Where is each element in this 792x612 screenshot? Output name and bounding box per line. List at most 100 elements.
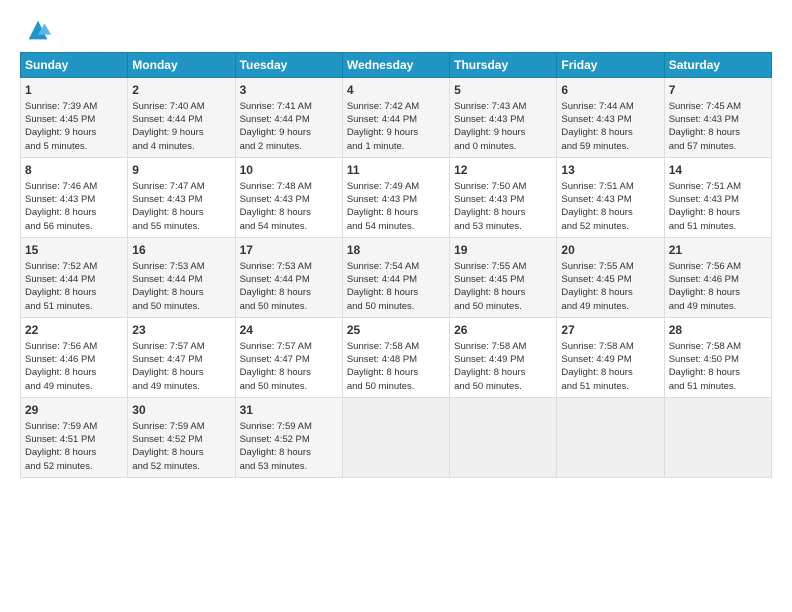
day-info-line: Sunrise: 7:43 AM bbox=[454, 100, 552, 113]
day-info-line: and 49 minutes. bbox=[561, 300, 659, 313]
day-info-line: Sunrise: 7:51 AM bbox=[561, 180, 659, 193]
weekday-header-thursday: Thursday bbox=[450, 53, 557, 78]
day-info-line: and 52 minutes. bbox=[132, 460, 230, 473]
day-number: 18 bbox=[347, 242, 445, 259]
day-info-line: Sunset: 4:43 PM bbox=[132, 193, 230, 206]
day-number: 6 bbox=[561, 82, 659, 99]
calendar-cell: 26Sunrise: 7:58 AMSunset: 4:49 PMDayligh… bbox=[450, 317, 557, 397]
day-info-line: Daylight: 8 hours bbox=[454, 286, 552, 299]
calendar-cell: 13Sunrise: 7:51 AMSunset: 4:43 PMDayligh… bbox=[557, 157, 664, 237]
day-info-line: Sunrise: 7:39 AM bbox=[25, 100, 123, 113]
day-info-line: and 49 minutes. bbox=[669, 300, 767, 313]
day-number: 9 bbox=[132, 162, 230, 179]
day-info-line: Daylight: 9 hours bbox=[132, 126, 230, 139]
day-info-line: Sunset: 4:48 PM bbox=[347, 353, 445, 366]
calendar-cell: 19Sunrise: 7:55 AMSunset: 4:45 PMDayligh… bbox=[450, 237, 557, 317]
weekday-header-sunday: Sunday bbox=[21, 53, 128, 78]
day-number: 7 bbox=[669, 82, 767, 99]
day-info-line: Sunset: 4:44 PM bbox=[347, 273, 445, 286]
day-info-line: Sunrise: 7:58 AM bbox=[561, 340, 659, 353]
day-info-line: Daylight: 8 hours bbox=[454, 206, 552, 219]
day-info-line: Daylight: 8 hours bbox=[347, 366, 445, 379]
calendar-cell: 23Sunrise: 7:57 AMSunset: 4:47 PMDayligh… bbox=[128, 317, 235, 397]
calendar-cell: 3Sunrise: 7:41 AMSunset: 4:44 PMDaylight… bbox=[235, 78, 342, 158]
day-info-line: Sunrise: 7:52 AM bbox=[25, 260, 123, 273]
day-info-line: Daylight: 8 hours bbox=[240, 286, 338, 299]
day-info-line: Sunset: 4:46 PM bbox=[25, 353, 123, 366]
day-info-line: Sunrise: 7:59 AM bbox=[25, 420, 123, 433]
day-info-line: Sunset: 4:44 PM bbox=[240, 113, 338, 126]
day-number: 5 bbox=[454, 82, 552, 99]
calendar-cell bbox=[557, 397, 664, 477]
calendar-cell: 28Sunrise: 7:58 AMSunset: 4:50 PMDayligh… bbox=[664, 317, 771, 397]
logo-icon bbox=[24, 16, 52, 44]
weekday-header-monday: Monday bbox=[128, 53, 235, 78]
calendar-week-4: 22Sunrise: 7:56 AMSunset: 4:46 PMDayligh… bbox=[21, 317, 772, 397]
day-number: 24 bbox=[240, 322, 338, 339]
day-info-line: Sunrise: 7:58 AM bbox=[454, 340, 552, 353]
day-info-line: Sunrise: 7:53 AM bbox=[240, 260, 338, 273]
day-info-line: Sunrise: 7:40 AM bbox=[132, 100, 230, 113]
day-info-line: Daylight: 8 hours bbox=[132, 366, 230, 379]
day-info-line: and 1 minute. bbox=[347, 140, 445, 153]
day-info-line: and 52 minutes. bbox=[561, 220, 659, 233]
day-info-line: Sunset: 4:45 PM bbox=[454, 273, 552, 286]
day-info-line: Sunset: 4:49 PM bbox=[454, 353, 552, 366]
day-info-line: Sunrise: 7:50 AM bbox=[454, 180, 552, 193]
calendar-cell: 6Sunrise: 7:44 AMSunset: 4:43 PMDaylight… bbox=[557, 78, 664, 158]
calendar-cell: 30Sunrise: 7:59 AMSunset: 4:52 PMDayligh… bbox=[128, 397, 235, 477]
calendar-cell bbox=[342, 397, 449, 477]
day-info-line: Daylight: 9 hours bbox=[240, 126, 338, 139]
day-info-line: Sunrise: 7:44 AM bbox=[561, 100, 659, 113]
calendar-cell: 9Sunrise: 7:47 AMSunset: 4:43 PMDaylight… bbox=[128, 157, 235, 237]
day-info-line: Sunrise: 7:57 AM bbox=[132, 340, 230, 353]
calendar-cell: 11Sunrise: 7:49 AMSunset: 4:43 PMDayligh… bbox=[342, 157, 449, 237]
weekday-header-row: SundayMondayTuesdayWednesdayThursdayFrid… bbox=[21, 53, 772, 78]
day-info-line: Daylight: 8 hours bbox=[669, 206, 767, 219]
day-info-line: Sunset: 4:44 PM bbox=[132, 113, 230, 126]
day-info-line: Daylight: 8 hours bbox=[240, 366, 338, 379]
calendar-cell: 15Sunrise: 7:52 AMSunset: 4:44 PMDayligh… bbox=[21, 237, 128, 317]
day-info-line: Daylight: 8 hours bbox=[347, 206, 445, 219]
day-info-line: Sunrise: 7:49 AM bbox=[347, 180, 445, 193]
calendar-cell: 4Sunrise: 7:42 AMSunset: 4:44 PMDaylight… bbox=[342, 78, 449, 158]
day-info-line: Sunset: 4:43 PM bbox=[25, 193, 123, 206]
day-info-line: Sunrise: 7:58 AM bbox=[669, 340, 767, 353]
day-info-line: and 50 minutes. bbox=[454, 300, 552, 313]
day-info-line: Daylight: 8 hours bbox=[25, 366, 123, 379]
day-info-line: and 50 minutes. bbox=[347, 380, 445, 393]
day-info-line: Daylight: 8 hours bbox=[561, 366, 659, 379]
day-info-line: Daylight: 8 hours bbox=[669, 366, 767, 379]
day-info-line: and 56 minutes. bbox=[25, 220, 123, 233]
day-info-line: Sunrise: 7:58 AM bbox=[347, 340, 445, 353]
day-info-line: and 57 minutes. bbox=[669, 140, 767, 153]
day-info-line: Sunrise: 7:54 AM bbox=[347, 260, 445, 273]
calendar-cell: 14Sunrise: 7:51 AMSunset: 4:43 PMDayligh… bbox=[664, 157, 771, 237]
day-info-line: Daylight: 8 hours bbox=[25, 286, 123, 299]
calendar-cell: 2Sunrise: 7:40 AMSunset: 4:44 PMDaylight… bbox=[128, 78, 235, 158]
day-number: 23 bbox=[132, 322, 230, 339]
day-number: 12 bbox=[454, 162, 552, 179]
calendar-week-1: 1Sunrise: 7:39 AMSunset: 4:45 PMDaylight… bbox=[21, 78, 772, 158]
logo bbox=[20, 16, 52, 44]
day-info-line: and 0 minutes. bbox=[454, 140, 552, 153]
day-info-line: and 2 minutes. bbox=[240, 140, 338, 153]
day-info-line: Sunset: 4:45 PM bbox=[25, 113, 123, 126]
calendar-cell: 18Sunrise: 7:54 AMSunset: 4:44 PMDayligh… bbox=[342, 237, 449, 317]
day-info-line: Sunset: 4:43 PM bbox=[240, 193, 338, 206]
calendar-cell bbox=[664, 397, 771, 477]
day-number: 10 bbox=[240, 162, 338, 179]
calendar-cell: 7Sunrise: 7:45 AMSunset: 4:43 PMDaylight… bbox=[664, 78, 771, 158]
day-info-line: Daylight: 8 hours bbox=[240, 206, 338, 219]
day-info-line: Sunrise: 7:57 AM bbox=[240, 340, 338, 353]
day-info-line: Daylight: 8 hours bbox=[132, 206, 230, 219]
day-info-line: Daylight: 9 hours bbox=[347, 126, 445, 139]
calendar-cell: 22Sunrise: 7:56 AMSunset: 4:46 PMDayligh… bbox=[21, 317, 128, 397]
day-info-line: Sunset: 4:43 PM bbox=[454, 193, 552, 206]
day-info-line: Sunset: 4:46 PM bbox=[669, 273, 767, 286]
day-info-line: and 5 minutes. bbox=[25, 140, 123, 153]
day-info-line: Sunset: 4:43 PM bbox=[561, 193, 659, 206]
day-info-line: Sunset: 4:47 PM bbox=[240, 353, 338, 366]
calendar-table: SundayMondayTuesdayWednesdayThursdayFrid… bbox=[20, 52, 772, 478]
day-info-line: Daylight: 8 hours bbox=[347, 286, 445, 299]
